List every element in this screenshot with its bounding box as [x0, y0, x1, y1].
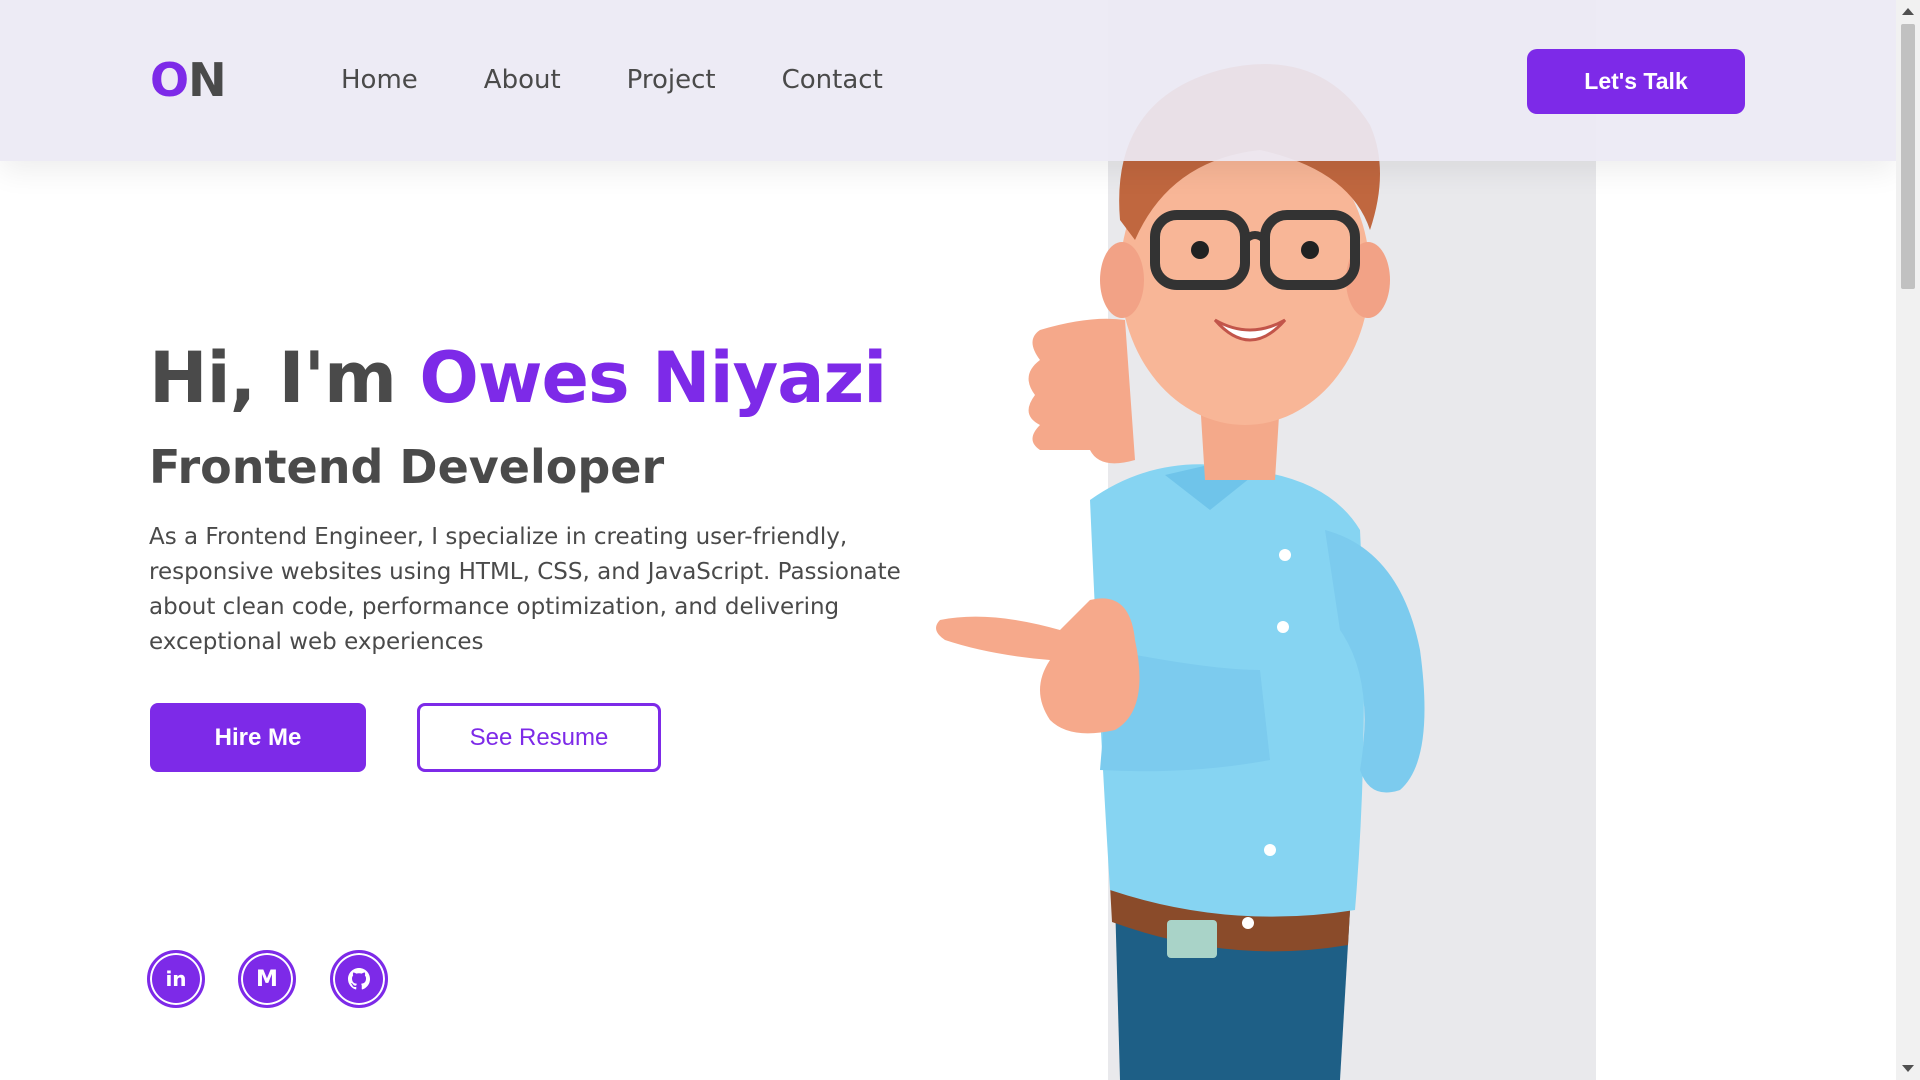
hero-name: Owes Niyazi: [419, 337, 887, 419]
hero-description: As a Frontend Engineer, I specialize in …: [149, 524, 901, 655]
scroll-down-icon[interactable]: [1902, 1065, 1914, 1072]
lets-talk-button[interactable]: Let's Talk: [1527, 49, 1745, 114]
hire-me-button[interactable]: Hire Me: [150, 703, 366, 772]
hero-heading: Hi, I'm Owes Niyazi: [149, 336, 887, 420]
nav-home[interactable]: Home: [341, 62, 418, 98]
scroll-thumb[interactable]: [1901, 24, 1915, 289]
nav-about[interactable]: About: [484, 62, 561, 98]
medium-glyph: M: [256, 966, 278, 992]
logo[interactable]: ON: [150, 53, 227, 107]
github-glyph: [348, 968, 370, 990]
scroll-up-icon[interactable]: [1902, 8, 1914, 15]
github-icon[interactable]: [330, 950, 388, 1008]
hero-greeting: Hi, I'm: [149, 337, 397, 419]
medium-icon[interactable]: M: [238, 950, 296, 1008]
see-resume-button[interactable]: See Resume: [417, 703, 661, 772]
developer-character-illustration: [936, 64, 1425, 1080]
logo-initial: O: [150, 53, 189, 107]
main-nav: Home About Project Contact: [341, 62, 949, 98]
site-header: ON Home About Project Contact Let's Talk: [0, 0, 1896, 161]
linkedin-icon[interactable]: in: [147, 950, 205, 1008]
hero-role: Frontend Developer: [149, 440, 665, 494]
logo-rest: N: [188, 53, 226, 107]
nav-project[interactable]: Project: [627, 62, 716, 98]
page-scrollbar[interactable]: [1896, 0, 1920, 1080]
nav-contact[interactable]: Contact: [782, 62, 883, 98]
linkedin-glyph: in: [165, 967, 187, 991]
